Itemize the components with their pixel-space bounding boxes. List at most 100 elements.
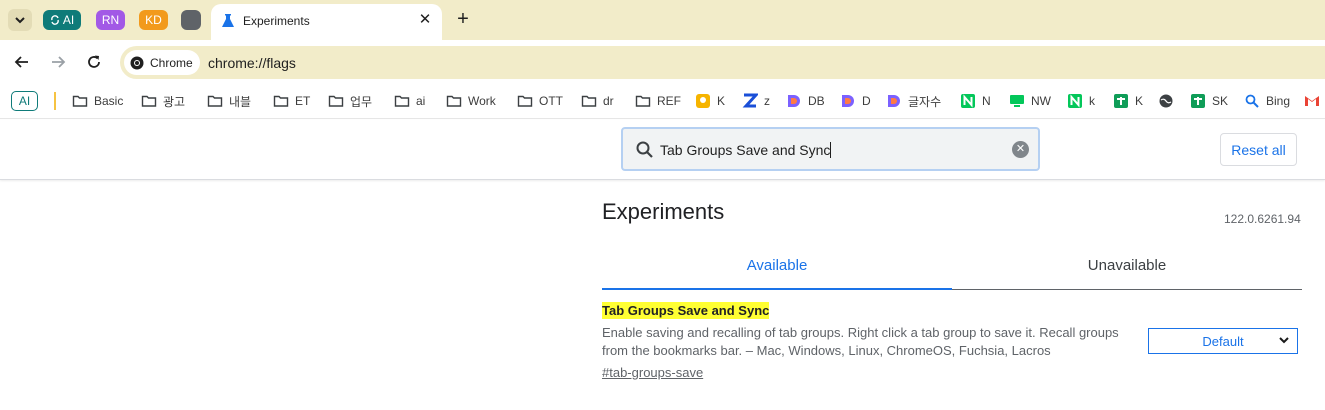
tab-search-button[interactable] — [8, 9, 32, 31]
select-value: Default — [1202, 333, 1244, 349]
d-icon — [786, 93, 802, 109]
bookmark-item[interactable]: NW — [1009, 92, 1051, 110]
experiment-description: Enable saving and recalling of tab group… — [602, 325, 1119, 358]
bookmark-label: DB — [808, 94, 825, 108]
bookmark-label: 글자수 — [908, 94, 942, 109]
bookmark-item[interactable]: Work — [446, 92, 496, 110]
bookmark-item[interactable]: ai — [394, 92, 425, 110]
bookmark-label: 내블 — [229, 94, 252, 109]
reset-all-button[interactable]: Reset all — [1220, 133, 1297, 166]
new-tab-button[interactable]: + — [453, 9, 473, 31]
bookmark-label: Bing — [1266, 94, 1291, 108]
folder-icon — [207, 93, 223, 109]
bookmark-label: Basic — [94, 94, 124, 108]
address-bar[interactable]: Chrome chrome://flags — [120, 46, 1325, 79]
search-icon — [636, 141, 653, 158]
bookmark-item[interactable]: Basic — [72, 92, 123, 110]
site-chip-label: Chrome — [150, 55, 193, 70]
bookmark-label: ET — [295, 94, 311, 108]
text-caret — [830, 142, 832, 158]
arrow-left-icon — [14, 56, 28, 68]
page-title: Experiments — [602, 199, 725, 224]
bookmark-item[interactable] — [1158, 92, 1180, 110]
search-icon — [1244, 93, 1260, 109]
url-text[interactable]: chrome://flags — [208, 55, 296, 71]
bookmark-item[interactable]: 내블 — [207, 92, 251, 110]
reload-button[interactable] — [82, 50, 106, 74]
bookmark-item[interactable]: K — [695, 92, 725, 110]
d-icon — [840, 93, 856, 109]
flags-search-input[interactable]: Tab Groups Save and Sync ✕ — [621, 127, 1040, 171]
folder-icon — [141, 93, 157, 109]
bookmark-item[interactable]: D — [840, 92, 871, 110]
toolbar: Chrome chrome://flags — [0, 40, 1325, 83]
bookmark-label: K — [717, 94, 726, 108]
bookmark-item[interactable]: dr — [581, 92, 614, 110]
tab-unavailable[interactable]: Unavailable — [952, 252, 1302, 290]
bookmark-item[interactable]: REF — [635, 92, 681, 110]
bookmark-item[interactable]: k — [1067, 92, 1095, 110]
tab-group-rn[interactable]: RN — [96, 10, 125, 30]
bookmark-item[interactable]: ET — [273, 92, 310, 110]
bookmark-label: 업무 — [350, 94, 373, 109]
site-info-chip[interactable]: Chrome — [124, 50, 200, 75]
folder-icon — [635, 93, 651, 109]
bookmark-item[interactable] — [1304, 92, 1325, 110]
folder-icon — [517, 93, 533, 109]
bookmark-label: OTT — [539, 94, 563, 108]
experiment-title: Tab Groups Save and Sync — [602, 302, 770, 319]
gmail-icon — [1304, 93, 1320, 109]
search-value: Tab Groups Save and Sync — [660, 142, 831, 158]
tab-group-label: AI — [62, 13, 75, 27]
search-query: Tab Groups Save and Sync — [660, 142, 832, 158]
bookmark-item[interactable]: DB — [786, 92, 825, 110]
monitor-icon — [1009, 93, 1025, 109]
bookmark-label: AI — [18, 94, 31, 108]
chevron-down-icon — [15, 17, 25, 24]
bookmark-item[interactable]: OTT — [517, 92, 563, 110]
bookmark-item[interactable]: N — [960, 92, 991, 110]
close-tab-icon[interactable]: ✕ — [416, 11, 434, 29]
bulb-icon — [695, 93, 711, 109]
flags-header: Tab Groups Save and Sync ✕ Reset all — [0, 120, 1325, 180]
chrome-icon — [130, 56, 144, 69]
back-button[interactable] — [10, 50, 34, 74]
bookmark-item[interactable]: SK — [1190, 92, 1228, 110]
bookmark-label: NW — [1031, 94, 1051, 108]
bookmark-label: k — [1089, 94, 1095, 108]
folder-icon — [328, 93, 344, 109]
folder-icon — [394, 93, 410, 109]
bookmark-item[interactable]: K — [1113, 92, 1143, 110]
tab-group-ai[interactable]: AI — [43, 10, 81, 30]
bookmark-label: dr — [603, 94, 614, 108]
folder-icon — [581, 93, 597, 109]
bookmark-item[interactable]: 글자수 — [886, 92, 941, 110]
tab-group-label: RN — [101, 13, 120, 27]
tab-experiments[interactable]: Experiments ✕ — [211, 4, 442, 40]
bookmark-item[interactable]: Bing — [1244, 92, 1290, 110]
bookmark-item[interactable]: z — [742, 92, 770, 110]
bookmark-label: D — [862, 94, 871, 108]
folder-icon — [72, 93, 88, 109]
tab-title: Experiments — [243, 14, 310, 28]
bookmark-ai-group[interactable]: AI — [11, 91, 38, 111]
forward-button[interactable] — [46, 50, 70, 74]
clear-search-icon[interactable]: ✕ — [1012, 141, 1029, 158]
naver-icon — [960, 93, 976, 109]
bookmark-label: 광고 — [163, 94, 186, 109]
bookmark-item[interactable]: 광고 — [141, 92, 185, 110]
experiment-state-select[interactable]: Default — [1148, 328, 1298, 354]
bookmark-label: REF — [657, 94, 681, 108]
bookmark-item[interactable]: 업무 — [328, 92, 372, 110]
tab-group-kd[interactable]: KD — [139, 10, 168, 30]
bookmark-label: N — [982, 94, 991, 108]
folder-icon — [273, 93, 289, 109]
tab-group-label: KD — [145, 13, 162, 27]
tab-group-unnamed[interactable] — [181, 10, 201, 30]
flask-icon — [222, 14, 234, 27]
d-icon — [886, 93, 902, 109]
experiment-permalink[interactable]: #tab-groups-save — [602, 365, 703, 380]
version-label: 122.0.6261.94 — [1224, 212, 1301, 226]
tab-available[interactable]: Available — [602, 252, 952, 290]
naver-icon — [1067, 93, 1083, 109]
